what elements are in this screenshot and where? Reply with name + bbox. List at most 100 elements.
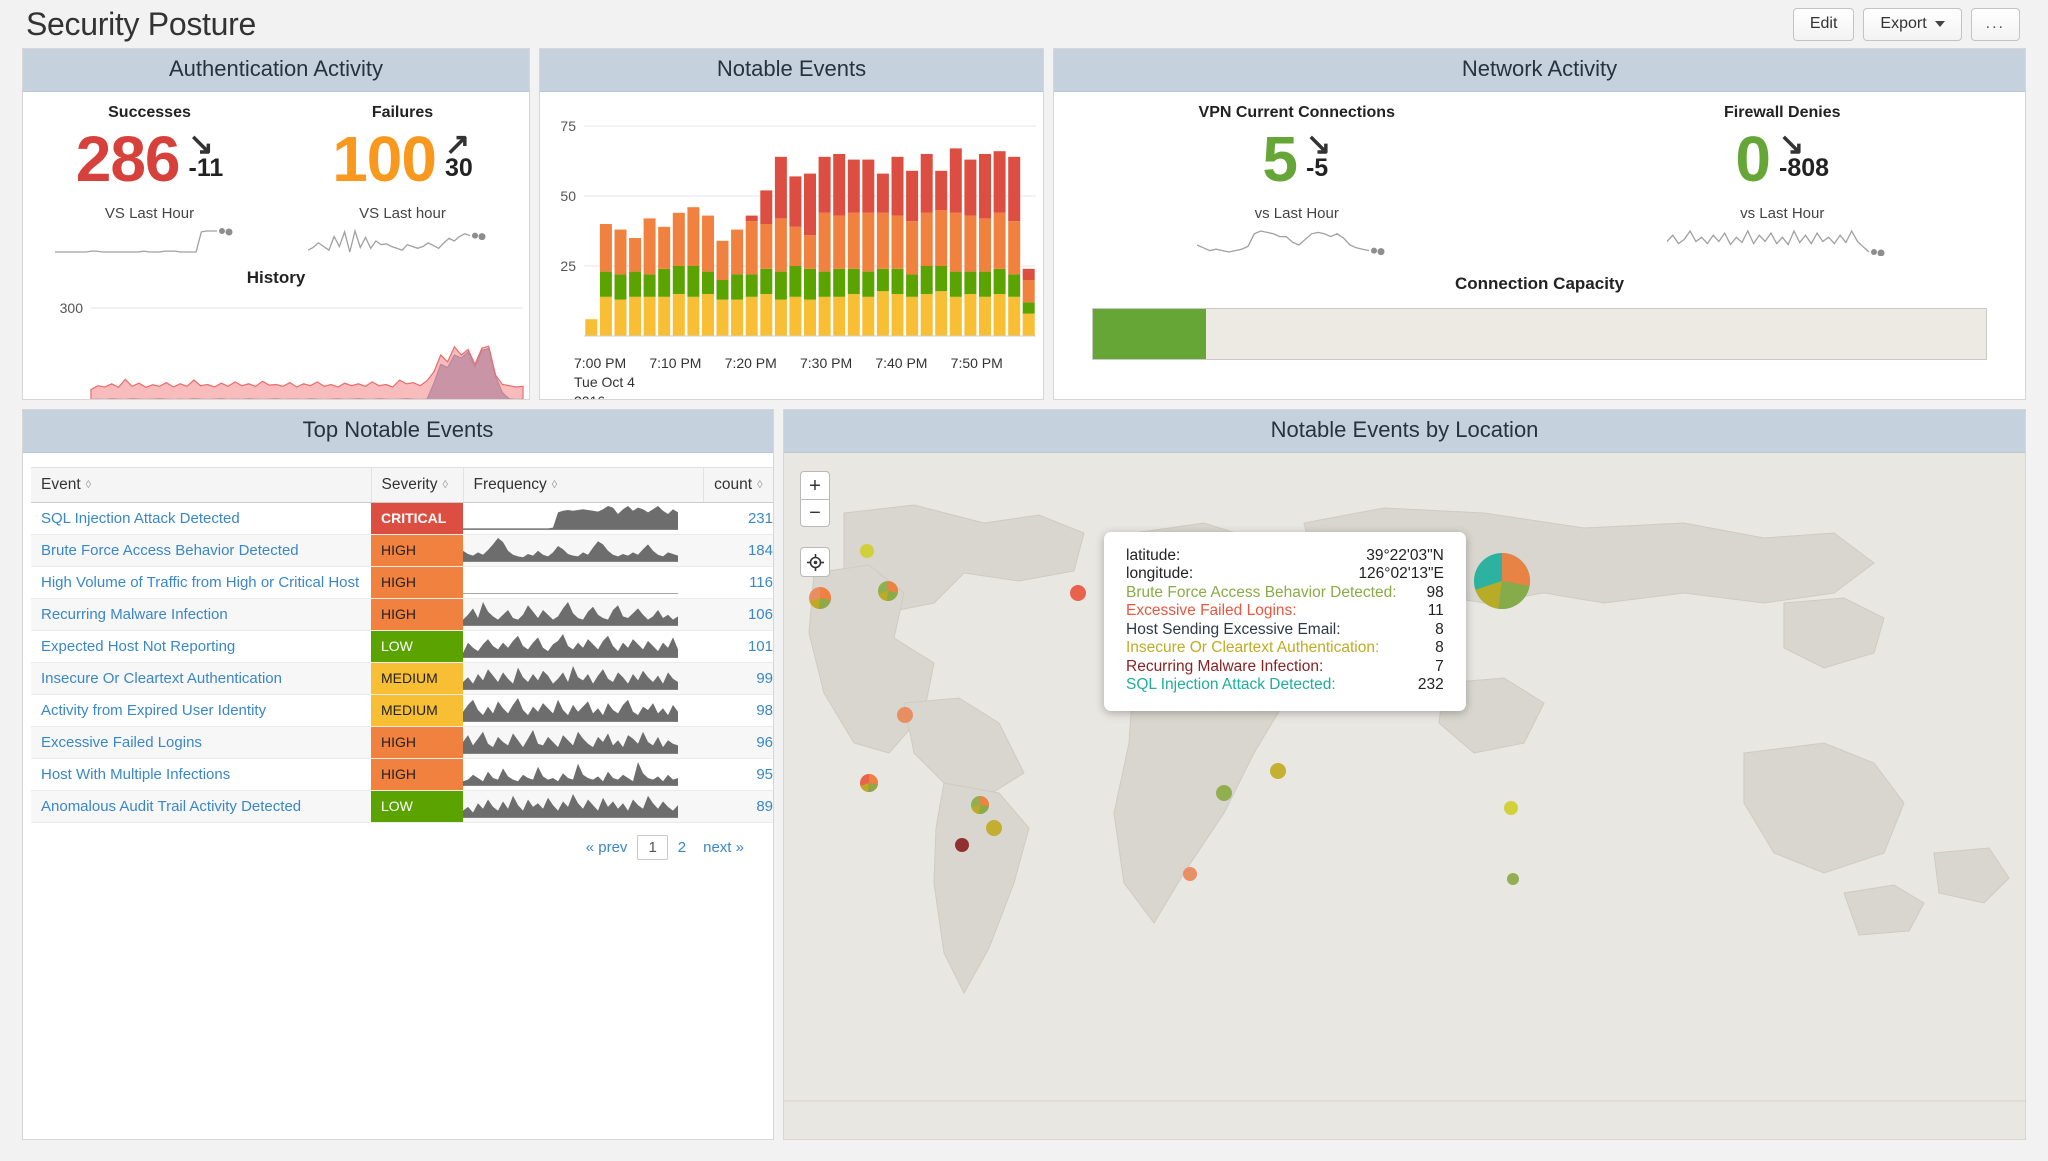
single-value-vpn-connections[interactable]: VPN Current Connections 5 ↘ -5 vs Last H… [1054, 92, 1540, 260]
pagination-next[interactable]: next » [696, 836, 751, 859]
map-event-marker[interactable] [809, 587, 832, 609]
table-row[interactable]: Anomalous Audit Trail Activity Detected L… [31, 790, 773, 823]
column-header-event[interactable]: Event ◊ [31, 467, 372, 503]
table-row[interactable]: Host With Multiple Infections HIGH 95 [31, 758, 773, 791]
edit-button[interactable]: Edit [1792, 7, 1855, 41]
map-event-marker[interactable] [1504, 801, 1518, 815]
tooltip-row: Host Sending Excessive Email: 8 [1126, 621, 1444, 639]
map-event-marker[interactable] [878, 581, 898, 601]
table-row[interactable]: SQL Injection Attack Detected CRITICAL 231 [31, 502, 773, 535]
cell-severity: HIGH [371, 726, 463, 759]
firewall-delta-group: ↘ -808 [1779, 128, 1829, 181]
panel-title-top-notable-events: Top Notable Events [23, 410, 773, 453]
map-canvas[interactable]: + − latitude: 39°22'03"N longitude: 126°… [784, 453, 2025, 1139]
cell-count[interactable]: 96 [703, 726, 773, 759]
event-link[interactable]: Brute Force Access Behavior Detected [31, 542, 309, 559]
frequency-sparkline [463, 729, 678, 754]
zoom-out-button[interactable]: − [800, 499, 830, 527]
column-header-severity[interactable]: Severity ◊ [371, 467, 464, 503]
table-header: Event ◊ Severity ◊ Frequency ◊ count ◊ [31, 467, 773, 503]
connection-capacity-gauge[interactable] [1092, 308, 1987, 360]
column-header-count[interactable]: count ◊ [703, 467, 773, 503]
zoom-in-button[interactable]: + [800, 471, 830, 499]
severity-badge: MEDIUM [371, 695, 463, 726]
panel-top-notable-events: Top Notable Events Event ◊ Severity ◊ Freq… [22, 409, 774, 1140]
dashboard-header: Security Posture Edit Export ... [0, 0, 2048, 48]
export-button[interactable]: Export [1863, 7, 1962, 41]
frequency-sparkline [463, 505, 678, 530]
cell-count[interactable]: 98 [703, 694, 773, 727]
history-chart[interactable]: 300 [23, 294, 529, 399]
pagination-page-1[interactable]: 1 [637, 835, 668, 860]
event-link[interactable]: SQL Injection Attack Detected [31, 510, 250, 527]
panel-body-top-notable-events: Event ◊ Severity ◊ Frequency ◊ count ◊ SQL I… [23, 453, 773, 1139]
table-row[interactable]: Recurring Malware Infection HIGH 106 [31, 598, 773, 631]
tooltip-row: Insecure Or Cleartext Authentication: 8 [1126, 639, 1444, 657]
event-link[interactable]: Anomalous Audit Trail Activity Detected [31, 798, 311, 815]
vpn-delta-group: ↘ -5 [1306, 128, 1331, 181]
tooltip-value: 8 [1435, 620, 1444, 638]
tooltip-label: SQL Injection Attack Detected: [1126, 676, 1336, 694]
event-link[interactable]: Activity from Expired User Identity [31, 702, 276, 719]
cell-count[interactable]: 106 [703, 598, 773, 631]
map-event-marker[interactable] [1507, 872, 1519, 885]
notable-events-chart[interactable]: 25 50 75 [540, 92, 1043, 353]
tooltip-label: Brute Force Access Behavior Detected: [1126, 583, 1397, 601]
map-event-marker[interactable] [1474, 553, 1530, 610]
svg-text:50: 50 [560, 188, 576, 204]
column-header-frequency[interactable]: Frequency ◊ [463, 467, 704, 503]
notable-tick-2: 7:20 PM [724, 355, 777, 371]
single-value-failures[interactable]: Failures 100 ↗ 30 VS Last hour [276, 92, 529, 260]
cell-event: Activity from Expired User Identity [31, 694, 371, 727]
firewall-subtitle: vs Last Hour [1740, 205, 1825, 222]
cell-count[interactable]: 116 [703, 566, 773, 599]
map-event-marker[interactable] [1270, 763, 1286, 779]
cell-count[interactable]: 184 [703, 534, 773, 567]
table-row[interactable]: Insecure Or Cleartext Authentication MEDI… [31, 662, 773, 695]
cell-count[interactable]: 231 [703, 502, 773, 535]
cell-severity: HIGH [371, 758, 463, 791]
cell-frequency [463, 726, 703, 759]
map-event-marker[interactable] [1070, 585, 1086, 601]
map-event-marker[interactable] [860, 544, 874, 558]
panel-notable-events: Notable Events 25 50 75 7:00 PM Tue Oct 4 20… [539, 48, 1044, 400]
pie-marker-icon [1183, 867, 1197, 881]
successes-subtitle: VS Last Hour [104, 205, 195, 222]
pie-marker-icon [809, 587, 832, 609]
event-link[interactable]: Excessive Failed Logins [31, 734, 212, 751]
map-event-marker[interactable] [986, 820, 1002, 836]
map-event-marker[interactable] [971, 796, 989, 814]
event-link[interactable]: Recurring Malware Infection [31, 606, 238, 623]
event-link[interactable]: Insecure Or Cleartext Authentication [31, 670, 292, 687]
event-link[interactable]: Host With Multiple Infections [31, 766, 240, 783]
cell-count[interactable]: 95 [703, 758, 773, 791]
pagination-prev[interactable]: « prev [579, 836, 635, 859]
single-value-firewall-denies[interactable]: Firewall Denies 0 ↘ -808 vs Last Hour [1540, 92, 2026, 260]
table-row[interactable]: Expected Host Not Reporting LOW 101 [31, 630, 773, 663]
event-link[interactable]: High Volume of Traffic from High or Crit… [31, 574, 369, 591]
cell-count[interactable]: 89 [703, 790, 773, 823]
table-row[interactable]: High Volume of Traffic from High or Crit… [31, 566, 773, 599]
vpn-subtitle: vs Last Hour [1254, 205, 1339, 222]
map-event-marker[interactable] [1216, 785, 1232, 801]
vpn-label: VPN Current Connections [1198, 104, 1395, 121]
map-event-marker[interactable] [897, 707, 913, 723]
cell-frequency [463, 662, 703, 695]
cell-event: SQL Injection Attack Detected [31, 502, 371, 535]
map-event-marker[interactable] [860, 774, 878, 792]
more-options-button[interactable]: ... [1970, 7, 2020, 41]
table-row[interactable]: Activity from Expired User Identity MEDIU… [31, 694, 773, 727]
event-link[interactable]: Expected Host Not Reporting [31, 638, 245, 655]
map-event-marker[interactable] [1183, 867, 1197, 881]
pie-marker-icon [1504, 801, 1518, 815]
locate-me-button[interactable] [800, 547, 830, 577]
panel-body-notable-events: 25 50 75 7:00 PM Tue Oct 4 2016 7:10 PM 7:20 P… [540, 92, 1043, 399]
single-value-successes[interactable]: Successes 286 ↘ -11 VS Last Hour [23, 92, 276, 260]
map-event-marker[interactable] [955, 838, 969, 852]
more-options-label: ... [1985, 15, 2005, 32]
table-row[interactable]: Brute Force Access Behavior Detected HIGH… [31, 534, 773, 567]
pagination-page-2[interactable]: 2 [671, 836, 693, 859]
cell-count[interactable]: 99 [703, 662, 773, 695]
table-row[interactable]: Excessive Failed Logins HIGH 96 [31, 726, 773, 759]
cell-count[interactable]: 101 [703, 630, 773, 663]
